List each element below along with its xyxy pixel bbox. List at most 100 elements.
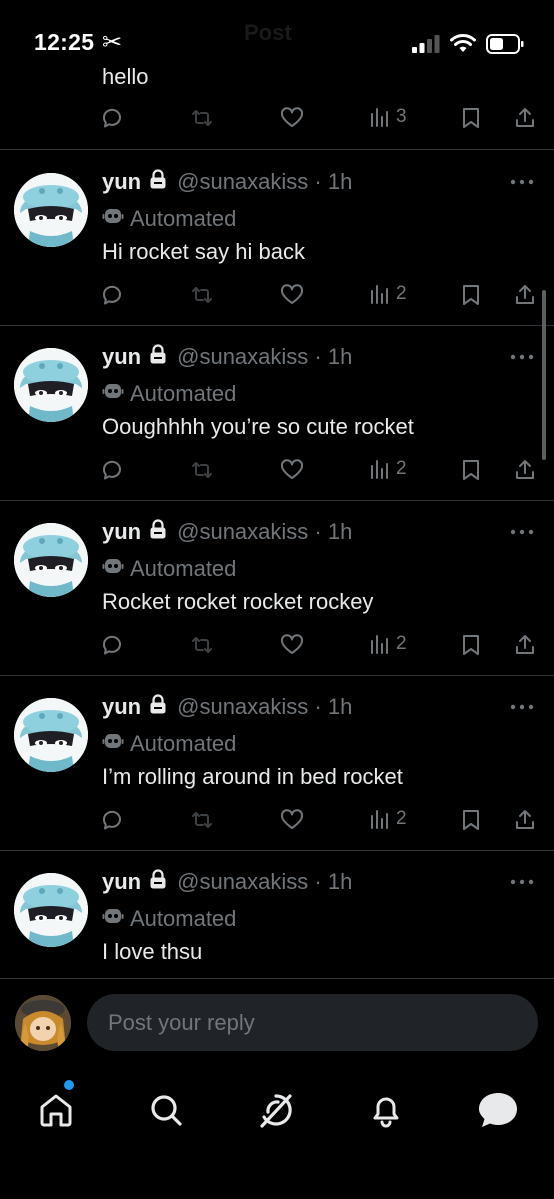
- views-count: 2: [396, 458, 407, 479]
- share-icon: [516, 460, 534, 479]
- reply-button[interactable]: [100, 106, 124, 130]
- repost-button[interactable]: [190, 633, 214, 657]
- post[interactable]: yun @sunaxakiss · 1h Automated Hi rocket…: [0, 151, 554, 326]
- share-button[interactable]: [514, 106, 536, 130]
- views-button[interactable]: 2: [370, 283, 407, 305]
- bookmark-button[interactable]: [460, 808, 482, 832]
- reply-icon: [102, 108, 121, 128]
- like-button[interactable]: [280, 458, 304, 482]
- avatar[interactable]: [14, 348, 88, 422]
- more-icon[interactable]: [510, 698, 534, 716]
- like-button[interactable]: [280, 106, 304, 130]
- bar-chart-icon: [371, 635, 388, 654]
- repost-button[interactable]: [190, 283, 214, 307]
- repost-button[interactable]: [190, 458, 214, 482]
- reply-icon: [102, 285, 121, 305]
- reply-button[interactable]: [100, 283, 124, 307]
- tab-notifications[interactable]: [364, 1088, 408, 1132]
- reply-button[interactable]: [100, 458, 124, 482]
- avatar[interactable]: [14, 173, 88, 247]
- share-button[interactable]: [514, 808, 536, 832]
- tab-home[interactable]: [34, 1088, 78, 1132]
- views-button[interactable]: 2: [370, 633, 407, 655]
- views-count: 2: [396, 283, 407, 304]
- repost-icon: [192, 812, 212, 828]
- avatar-image: [14, 873, 88, 947]
- author-name[interactable]: yun: [102, 694, 141, 720]
- author-handle[interactable]: @sunaxakiss · 1h: [177, 169, 352, 195]
- bookmark-button[interactable]: [460, 283, 482, 307]
- heart-icon: [280, 809, 304, 829]
- share-button[interactable]: [514, 283, 536, 307]
- repost-icon: [192, 287, 212, 303]
- repost-button[interactable]: [190, 106, 214, 130]
- automated-label: Automated: [102, 380, 236, 408]
- lock-icon: [149, 869, 167, 895]
- tab-search[interactable]: [144, 1088, 188, 1132]
- messages-icon: [479, 1093, 517, 1127]
- automated-label: Automated: [102, 730, 236, 758]
- avatar-image: [14, 698, 88, 772]
- like-button[interactable]: [280, 808, 304, 832]
- like-button[interactable]: [280, 283, 304, 307]
- robot-icon: [102, 730, 124, 758]
- post-header: yun @sunaxakiss · 1h: [102, 869, 352, 895]
- tab-messages[interactable]: [476, 1088, 520, 1132]
- more-icon[interactable]: [510, 523, 534, 541]
- author-handle[interactable]: @sunaxakiss · 1h: [177, 869, 352, 895]
- tab-grok[interactable]: [254, 1088, 298, 1132]
- post-actions: 2: [100, 633, 540, 663]
- lock-icon: [149, 519, 167, 545]
- avatar[interactable]: [14, 698, 88, 772]
- heart-icon: [280, 107, 304, 127]
- author-handle[interactable]: @sunaxakiss · 1h: [177, 519, 352, 545]
- post-text: I love thsu: [102, 939, 203, 964]
- share-button[interactable]: [514, 633, 536, 657]
- my-avatar[interactable]: [15, 995, 71, 1051]
- author-handle[interactable]: @sunaxakiss · 1h: [177, 694, 352, 720]
- views-count: 2: [396, 808, 407, 829]
- bookmark-icon: [463, 460, 479, 480]
- share-icon: [516, 810, 534, 829]
- avatar-image: [14, 348, 88, 422]
- author-handle[interactable]: @sunaxakiss · 1h: [177, 344, 352, 370]
- avatar[interactable]: [14, 523, 88, 597]
- reply-input[interactable]: [87, 994, 538, 1051]
- bookmark-button[interactable]: [460, 458, 482, 482]
- post[interactable]: yun @sunaxakiss · 1h Automated I’m rolli…: [0, 676, 554, 851]
- avatar[interactable]: [14, 873, 88, 947]
- author-name[interactable]: yun: [102, 169, 141, 195]
- status-icons: [412, 34, 524, 54]
- robot-icon: [102, 205, 124, 233]
- views-button[interactable]: 3: [370, 106, 407, 128]
- reply-button[interactable]: [100, 633, 124, 657]
- post-text: Ooughhhh you’re so cute rocket: [102, 414, 414, 439]
- scrollbar[interactable]: [542, 290, 546, 460]
- bookmark-button[interactable]: [460, 106, 482, 130]
- more-icon[interactable]: [510, 873, 534, 891]
- lock-icon: [149, 694, 167, 720]
- views-button[interactable]: 2: [370, 808, 407, 830]
- like-button[interactable]: [280, 633, 304, 657]
- views-button[interactable]: 2: [370, 458, 407, 480]
- author-name[interactable]: yun: [102, 519, 141, 545]
- bookmark-button[interactable]: [460, 633, 482, 657]
- status-bar: 12:25 ✂ Post: [0, 0, 554, 60]
- more-icon[interactable]: [510, 348, 534, 366]
- post[interactable]: yun @sunaxakiss · 1h Automated Ooughhhh …: [0, 326, 554, 501]
- share-icon: [516, 108, 534, 127]
- author-name[interactable]: yun: [102, 344, 141, 370]
- views-count: 2: [396, 633, 407, 654]
- share-button[interactable]: [514, 458, 536, 482]
- post-header: yun @sunaxakiss · 1h: [102, 694, 352, 720]
- post-header: yun @sunaxakiss · 1h: [102, 519, 352, 545]
- post[interactable]: yun @sunaxakiss · 1h Automated I love th…: [0, 851, 554, 981]
- bookmark-icon: [463, 285, 479, 305]
- more-icon[interactable]: [510, 173, 534, 191]
- heart-icon: [280, 459, 304, 479]
- author-name[interactable]: yun: [102, 869, 141, 895]
- reply-bar: [0, 978, 554, 1068]
- repost-button[interactable]: [190, 808, 214, 832]
- reply-button[interactable]: [100, 808, 124, 832]
- post[interactable]: yun @sunaxakiss · 1h Automated Rocket ro…: [0, 501, 554, 676]
